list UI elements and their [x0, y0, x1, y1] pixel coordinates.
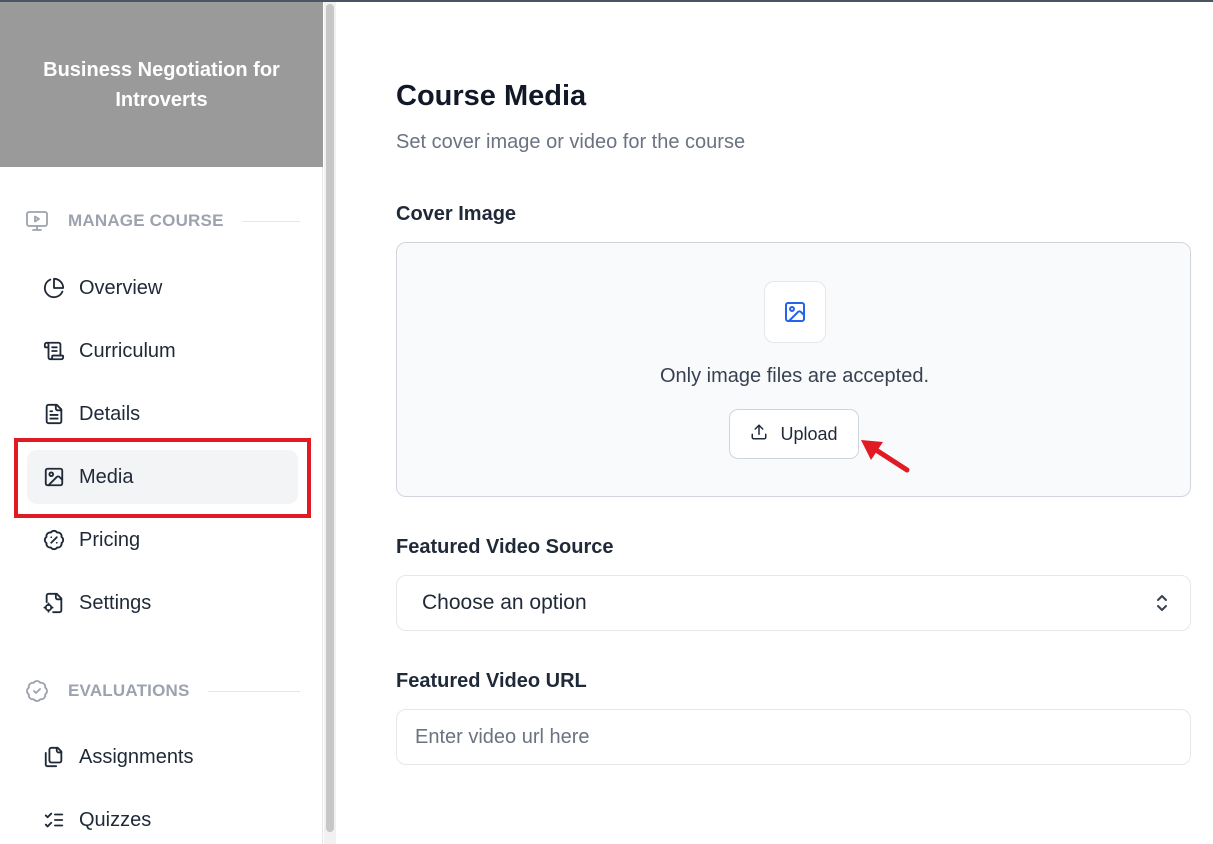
- section-label: MANAGE COURSE: [68, 211, 224, 230]
- presentation-icon: [24, 208, 50, 234]
- sidebar-item-pricing[interactable]: Pricing: [27, 513, 298, 567]
- sidebar-item-overview[interactable]: Overview: [27, 261, 298, 315]
- sidebar: Business Negotiation for Introverts MANA…: [0, 2, 323, 844]
- upload-icon: [750, 423, 768, 446]
- chevron-up-down-icon: [1152, 592, 1172, 614]
- image-icon: [764, 281, 826, 343]
- files-icon: [43, 746, 65, 768]
- discount-badge-icon: [43, 529, 65, 551]
- sidebar-item-label: Settings: [79, 591, 152, 614]
- video-source-label: Featured Video Source: [396, 536, 614, 558]
- course-header: Business Negotiation for Introverts: [0, 2, 323, 167]
- sidebar-item-settings[interactable]: Settings: [27, 576, 298, 630]
- sidebar-item-label: Overview: [79, 276, 163, 299]
- media-highlight-annotation: [14, 438, 311, 518]
- section-label: EVALUATIONS: [68, 681, 190, 700]
- course-title: Business Negotiation for Introverts: [43, 58, 280, 111]
- page-subtitle: Set cover image or video for the course: [396, 131, 746, 153]
- upload-button[interactable]: Upload: [729, 409, 859, 459]
- badge-check-icon: [24, 678, 50, 704]
- sidebar-item-curriculum[interactable]: Curriculum: [27, 324, 298, 378]
- section-divider: [241, 220, 300, 222]
- sidebar-item-assignments[interactable]: Assignments: [27, 730, 298, 784]
- video-url-label: Featured Video URL: [396, 670, 587, 692]
- video-url-input[interactable]: [396, 709, 1191, 765]
- sidebar-item-quizzes[interactable]: Quizzes: [27, 793, 298, 844]
- cover-image-label: Cover Image: [396, 203, 517, 225]
- pie-chart-icon: [43, 277, 65, 299]
- scrollbar-thumb[interactable]: [326, 4, 334, 832]
- file-cog-icon: [43, 592, 65, 614]
- sidebar-item-label: Curriculum: [79, 339, 176, 362]
- sidebar-item-label: Assignments: [79, 745, 194, 768]
- cover-image-dropzone[interactable]: Only image files are accepted. Upload: [396, 242, 1191, 497]
- dropzone-hint: Only image files are accepted.: [659, 365, 930, 387]
- section-divider: [207, 690, 300, 692]
- list-checks-icon: [43, 809, 65, 831]
- scroll-icon: [43, 340, 65, 362]
- sidebar-item-label: Pricing: [79, 528, 141, 551]
- section-manage-course: MANAGE COURSE: [24, 208, 300, 234]
- select-value: Choose an option: [422, 591, 587, 614]
- sidebar-item-label: Quizzes: [79, 808, 152, 831]
- sidebar-scrollbar[interactable]: [324, 2, 336, 844]
- video-source-select[interactable]: Choose an option: [396, 575, 1191, 631]
- section-evaluations: EVALUATIONS: [24, 678, 300, 704]
- file-text-icon: [43, 403, 65, 425]
- upload-button-label: Upload: [780, 423, 838, 444]
- red-arrow-annotation: [861, 440, 910, 473]
- main-content: Course Media Set cover image or video fo…: [336, 2, 1213, 844]
- sidebar-item-label: Details: [79, 402, 141, 425]
- sidebar-item-details[interactable]: Details: [27, 387, 298, 441]
- page-title: Course Media: [396, 80, 587, 112]
